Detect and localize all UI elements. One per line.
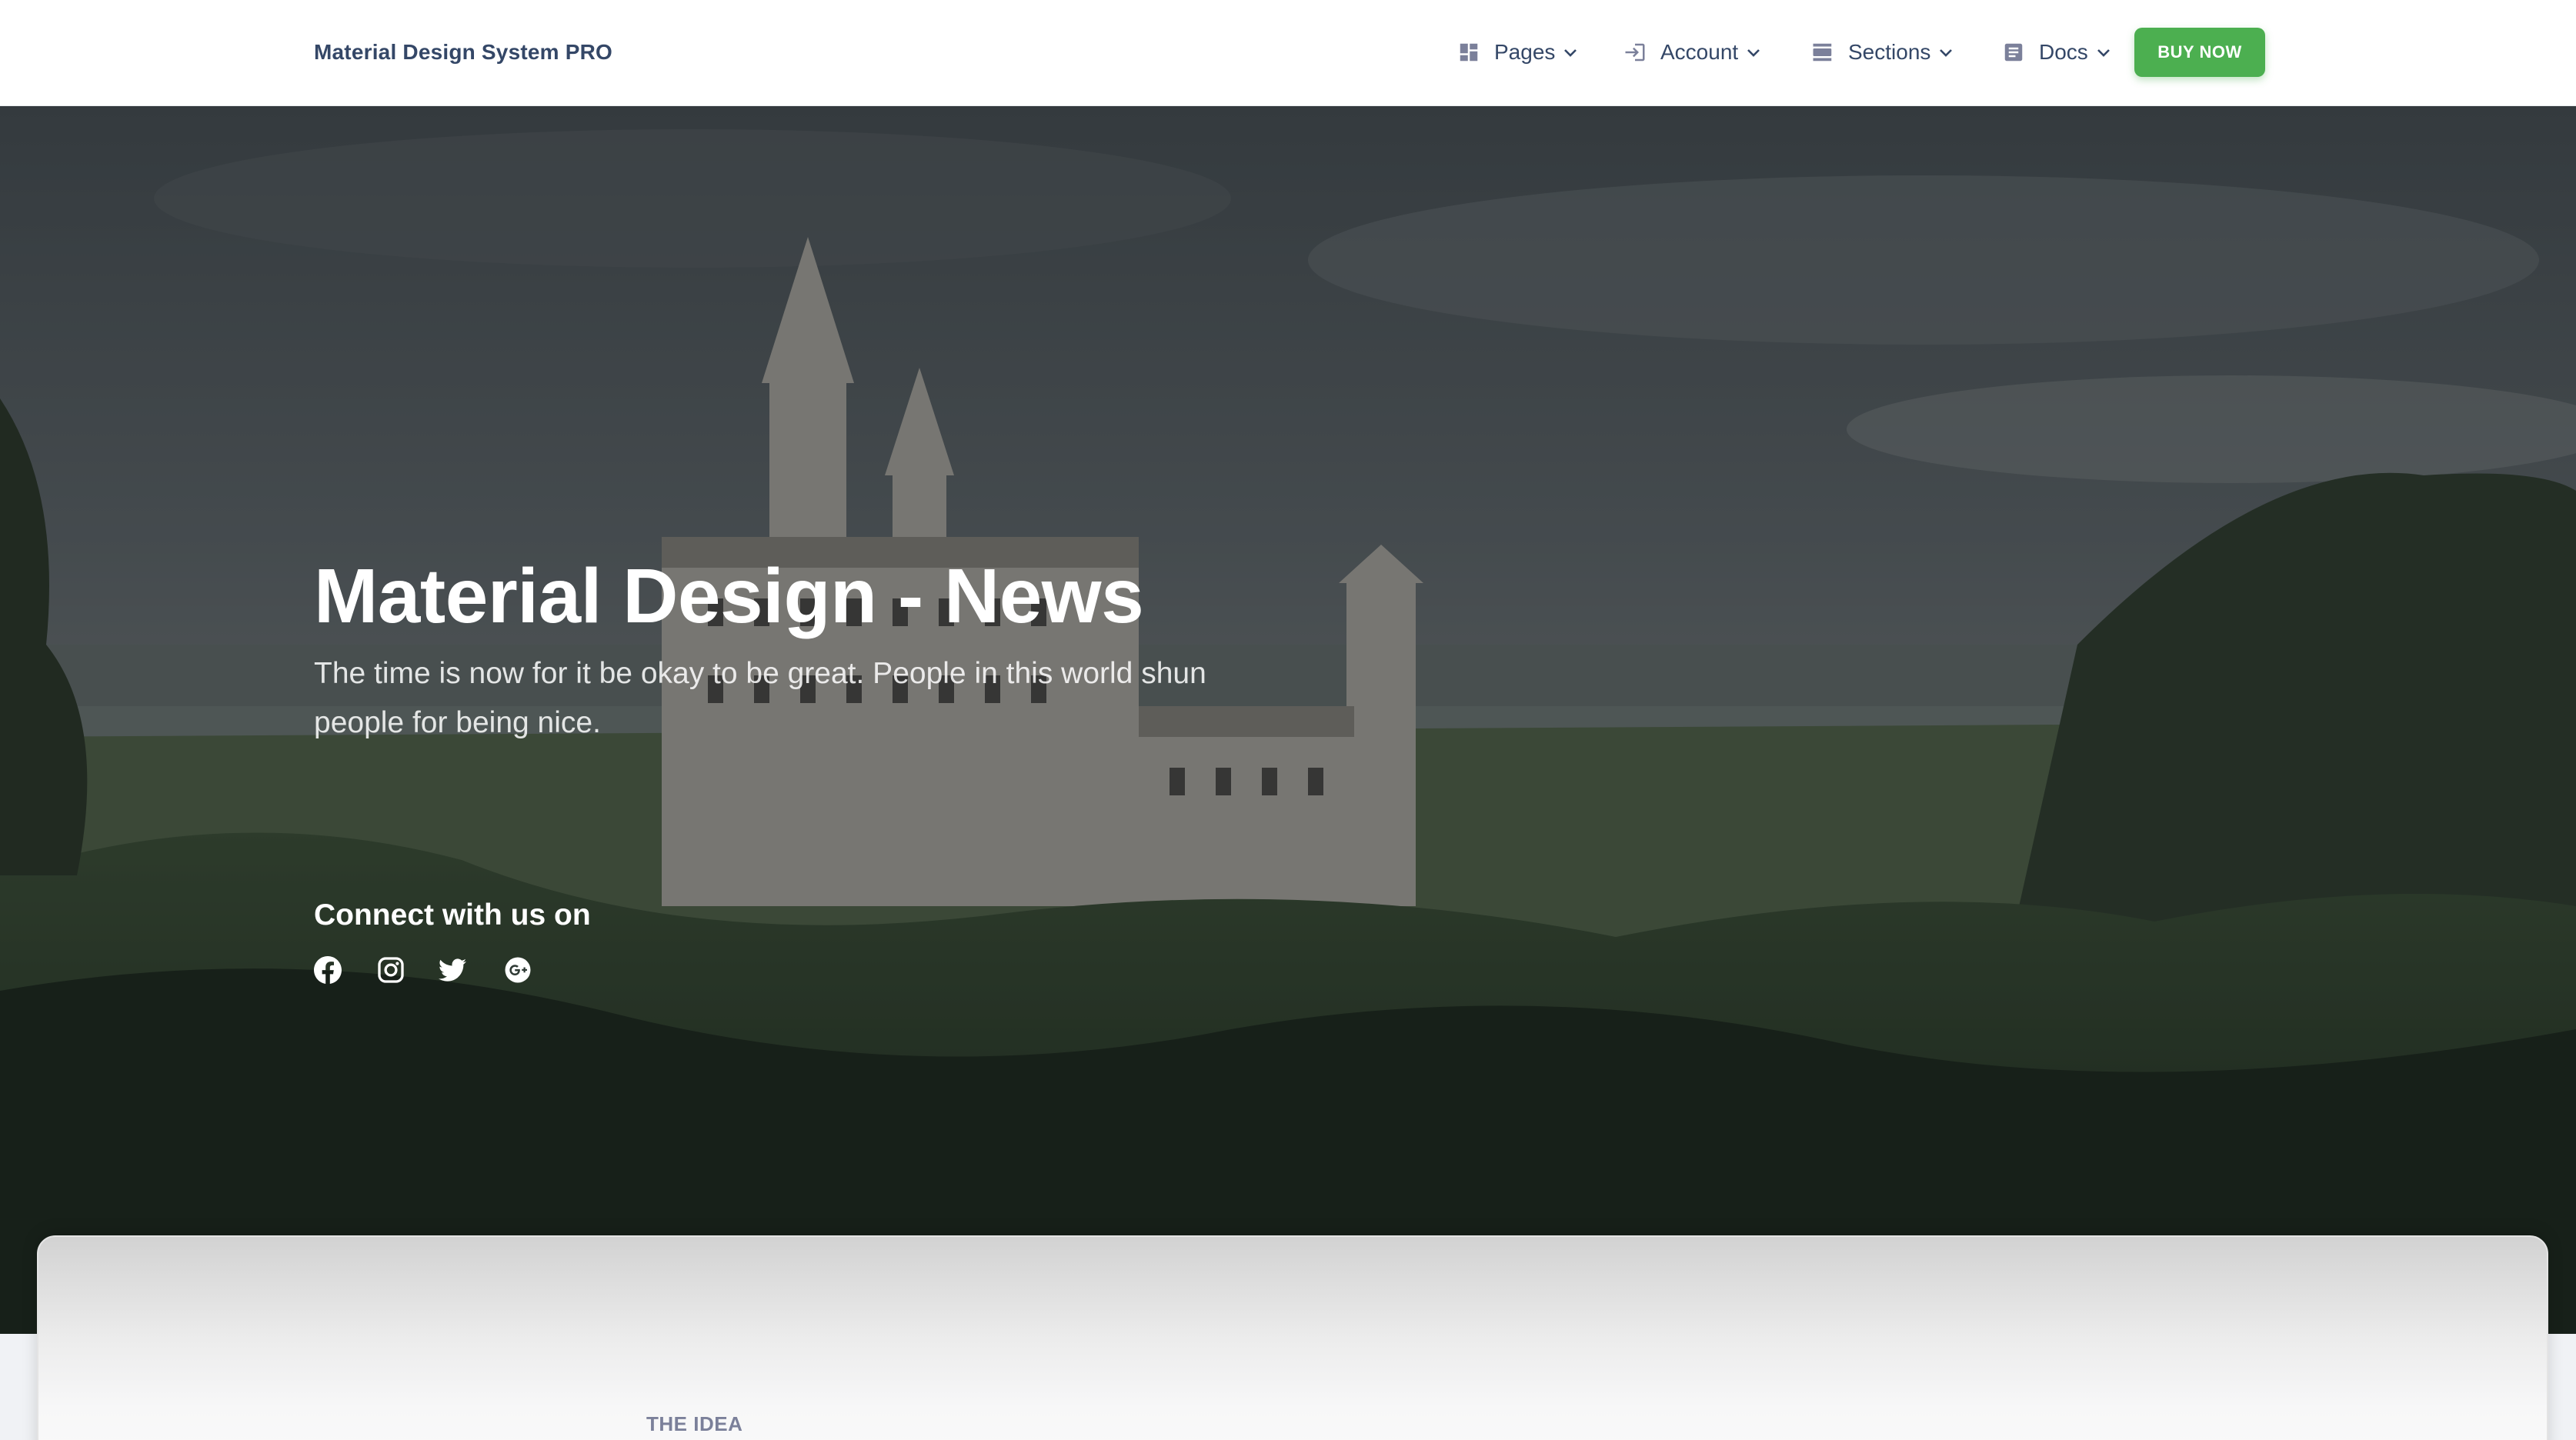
- section-eyebrow: THE IDEA: [646, 1412, 743, 1435]
- chevron-down-icon: [1744, 43, 1763, 62]
- hero-subtitle: The time is now for it be okay to be gre…: [314, 657, 1206, 739]
- content-card: [37, 1235, 2548, 1440]
- nav-pages-dropdown[interactable]: Pages: [1457, 37, 1580, 68]
- dashboard-icon: [1457, 41, 1480, 64]
- chevron-down-icon: [2094, 43, 2113, 62]
- login-icon: [1623, 41, 1647, 64]
- nav-account-dropdown[interactable]: Account: [1623, 37, 1763, 68]
- nav-pages-label: Pages: [1494, 40, 1556, 64]
- chevron-down-icon: [1561, 43, 1580, 62]
- navbar: Material Design System PRO Pages Account…: [0, 0, 2576, 106]
- nav-sections-label: Sections: [1848, 40, 1931, 64]
- article-icon: [2002, 41, 2025, 64]
- nav-docs-dropdown[interactable]: Docs: [2002, 37, 2113, 68]
- google-plus-icon[interactable]: [504, 956, 532, 984]
- nav-sections-dropdown[interactable]: Sections: [1811, 37, 1955, 68]
- chevron-down-icon: [1937, 43, 1955, 62]
- nav-account-label: Account: [1660, 40, 1739, 64]
- facebook-icon[interactable]: [314, 956, 342, 984]
- view-day-icon: [1811, 41, 1834, 64]
- buy-now-button[interactable]: BUY NOW: [2134, 28, 2265, 77]
- hero-title: Material Design - News: [314, 553, 1144, 639]
- twitter-icon[interactable]: [439, 956, 466, 984]
- connect-heading: Connect with us on: [314, 898, 591, 932]
- nav-docs-label: Docs: [2039, 40, 2088, 64]
- brand-link[interactable]: Material Design System PRO: [314, 40, 612, 65]
- hero-section: Material Design - News The time is now f…: [0, 106, 2576, 1334]
- instagram-icon[interactable]: [377, 956, 405, 984]
